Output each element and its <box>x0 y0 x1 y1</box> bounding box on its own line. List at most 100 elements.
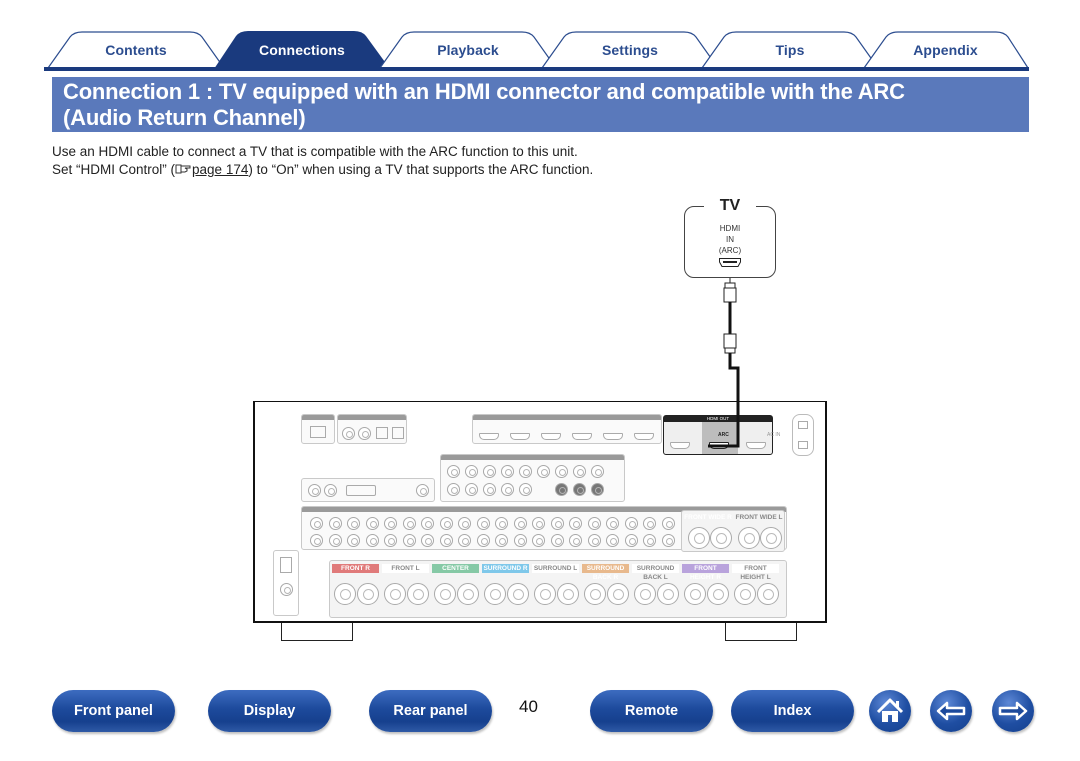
display-button[interactable]: Display <box>208 690 331 732</box>
antenna-section <box>273 550 299 616</box>
page-174-link[interactable]: page 174 <box>192 162 248 177</box>
speaker-label: SURROUND R <box>482 564 529 573</box>
tab-label: Contents <box>105 42 167 58</box>
tab-tips[interactable]: Tips <box>700 31 880 69</box>
tv-port-label-arc: (ARC) <box>718 246 742 255</box>
ac-pin <box>798 441 808 449</box>
audio-jack <box>550 517 564 530</box>
tab-connections[interactable]: Connections <box>214 31 390 69</box>
audio-jack <box>384 517 397 530</box>
remote-button[interactable]: Remote <box>590 690 713 732</box>
speaker-label: FRONT HEIGHT L <box>732 564 779 581</box>
cable-connector-top <box>723 287 737 303</box>
page-number: 40 <box>519 697 538 716</box>
speaker-post <box>457 583 479 605</box>
hdmi-in-section <box>472 414 662 444</box>
audio-jack <box>328 517 342 530</box>
section-title-bar <box>441 455 624 460</box>
digital-audio-section <box>337 414 407 444</box>
audio-jack <box>606 517 619 530</box>
cable-tip <box>724 347 736 354</box>
jack <box>416 484 429 497</box>
tab-playback[interactable]: Playback <box>378 31 558 69</box>
heading-line-2: (Audio Return Channel) <box>63 105 306 130</box>
speaker-post <box>557 583 579 605</box>
coaxial-jack <box>358 427 371 440</box>
audio-jack <box>439 517 453 530</box>
jack <box>537 465 550 478</box>
optical-jack <box>392 427 404 439</box>
speaker-post <box>738 527 760 549</box>
audio-jack <box>587 534 601 547</box>
jack <box>591 465 604 478</box>
cable-connector-bottom <box>723 333 737 349</box>
audio-jack <box>458 517 471 530</box>
audio-jack <box>328 534 342 547</box>
lan-port <box>310 426 326 438</box>
audio-jack <box>310 517 323 530</box>
home-button[interactable] <box>869 690 911 732</box>
instruction-line-1: Use an HDMI cable to connect a TV that i… <box>52 144 578 159</box>
speaker-label-front-wide-l: FRONT WIDE L <box>735 514 783 521</box>
tab-label: Connections <box>259 42 345 58</box>
audio-jack <box>402 534 416 547</box>
hdmi-in-port <box>510 433 530 440</box>
audio-jack <box>661 534 675 547</box>
index-button[interactable]: Index <box>731 690 854 732</box>
jack <box>573 483 586 496</box>
section-title-bar <box>302 415 334 420</box>
home-icon <box>876 698 904 722</box>
network-section <box>301 414 335 444</box>
receiver-rear-panel: HDMI OUT ARC AC IN FRONT WIDE R FRONT WI… <box>253 401 827 623</box>
hdmi-out-section: HDMI OUT ARC <box>663 415 773 455</box>
speaker-label: FRONT HEIGHT R <box>682 564 729 581</box>
speaker-label: FRONT R <box>332 564 379 573</box>
am-antenna-terminal <box>280 557 292 573</box>
speaker-post <box>757 583 779 605</box>
hdmi-out-zone2-port <box>670 442 690 449</box>
instructions: Use an HDMI cable to connect a TV that i… <box>52 143 593 179</box>
audio-jack <box>532 534 545 547</box>
jack <box>324 484 337 497</box>
heading-line-1: Connection 1 : TV equipped with an HDMI … <box>63 79 905 104</box>
tv-hdmi-port-icon <box>719 258 741 267</box>
audio-jack <box>624 517 638 530</box>
audio-jack <box>532 517 545 530</box>
speaker-post <box>407 583 429 605</box>
speaker-post <box>534 583 556 605</box>
jack <box>447 465 460 478</box>
audio-jack <box>513 534 527 547</box>
hdmi-out-monitor1-port <box>709 442 729 449</box>
optical-jack <box>376 427 388 439</box>
speaker-post <box>607 583 629 605</box>
jack <box>555 465 568 478</box>
jack <box>501 483 514 496</box>
tab-contents[interactable]: Contents <box>46 31 226 69</box>
audio-jack <box>643 534 656 547</box>
rear-panel-button[interactable]: Rear panel <box>369 690 492 732</box>
hdmi-in-port <box>634 433 654 440</box>
audio-jack <box>587 517 601 530</box>
audio-jack <box>476 534 490 547</box>
jack <box>555 483 568 496</box>
speaker-post <box>710 527 732 549</box>
jack <box>483 465 496 478</box>
forward-button[interactable] <box>992 690 1034 732</box>
arrow-left-icon <box>936 701 966 721</box>
tab-appendix[interactable]: Appendix <box>862 31 1029 69</box>
front-panel-button[interactable]: Front panel <box>52 690 175 732</box>
speaker-post <box>634 583 656 605</box>
audio-jack <box>606 534 619 547</box>
tab-label: Tips <box>775 42 805 58</box>
tab-bar-underline <box>44 67 1029 71</box>
speaker-post <box>584 583 606 605</box>
speaker-post <box>657 583 679 605</box>
jack <box>465 483 478 496</box>
speaker-post <box>684 583 706 605</box>
back-button[interactable] <box>930 690 972 732</box>
audio-jack <box>402 517 416 530</box>
tab-settings[interactable]: Settings <box>540 31 720 69</box>
fm-antenna-jack <box>280 583 293 596</box>
tab-label: Settings <box>601 42 659 58</box>
jack <box>591 483 604 496</box>
